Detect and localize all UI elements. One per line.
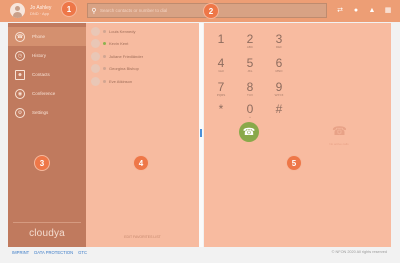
dial-key-2[interactable]: 2 ABC bbox=[238, 33, 262, 49]
presence-dot bbox=[103, 29, 106, 33]
key-letters: WXYZ bbox=[274, 93, 284, 97]
key-letters: + bbox=[249, 115, 251, 119]
key-letters: TUV bbox=[247, 93, 253, 97]
user-status[interactable]: DND · App bbox=[30, 11, 51, 17]
presence-dot bbox=[103, 42, 106, 46]
sidebar-item-phone[interactable]: ☎ Phone bbox=[8, 27, 86, 46]
dial-key-6[interactable]: 6 MNO bbox=[267, 57, 291, 73]
key-digit: 5 bbox=[246, 56, 254, 70]
contact-name: Juliane Friedländer bbox=[109, 53, 144, 59]
dial-area: 1 2 ABC 3 DEF 4 GHI 5 JKL 6 MNO 7 PQRS 8 TUV 9 WXYZ * 0 + # bbox=[204, 23, 391, 247]
key-digit: 8 bbox=[246, 80, 254, 94]
phone-icon: ☎ bbox=[15, 31, 25, 42]
key-letters: GHI bbox=[218, 69, 224, 73]
dial-key-0[interactable]: 0 + bbox=[238, 103, 262, 119]
user-name: Jo Ashley bbox=[30, 4, 52, 11]
avatar bbox=[91, 51, 100, 61]
contacts-icon: ☻ bbox=[15, 69, 25, 80]
phone-icon: ☎ bbox=[242, 126, 256, 138]
edit-favorites-link[interactable]: EDIT FAVORITES LIST bbox=[86, 235, 199, 239]
dial-key-hash[interactable]: # bbox=[267, 103, 291, 115]
sidebar-item-label: History bbox=[32, 53, 47, 58]
contact-name: Georgina Bishop bbox=[109, 66, 139, 72]
search-icon: ⚲ bbox=[91, 7, 97, 15]
contact-item[interactable]: Georgina Bishop bbox=[86, 63, 199, 76]
sidebar-item-settings[interactable]: ⚙ Settings bbox=[8, 103, 86, 122]
avatar bbox=[91, 26, 100, 36]
top-icons: ⇄ ● ▲ ▦ bbox=[335, 5, 393, 15]
avatar[interactable] bbox=[10, 3, 25, 18]
transfer-icon[interactable]: ⇄ bbox=[335, 5, 345, 15]
footer-links: IMPRINT DATA PROTECTION GTC bbox=[12, 250, 87, 255]
badge-3: 3 bbox=[35, 156, 49, 170]
contact-name: Eve Atkinson bbox=[109, 78, 133, 84]
call-button[interactable]: ☎ bbox=[239, 122, 259, 142]
contact-item[interactable]: Kevin Kent bbox=[86, 38, 199, 51]
avatar bbox=[91, 64, 100, 74]
dial-key-8[interactable]: 8 TUV bbox=[238, 81, 262, 97]
sidebar-nav: ☎ Phone ◷ History ☻ Contacts ◉ Conferenc… bbox=[8, 23, 86, 122]
gear-icon: ⚙ bbox=[15, 107, 25, 118]
dial-key-5[interactable]: 5 JKL bbox=[238, 57, 262, 73]
key-digit: 7 bbox=[217, 80, 225, 94]
key-digit: # bbox=[275, 102, 283, 116]
contact-item[interactable]: Eve Atkinson bbox=[86, 75, 199, 88]
presence-dot bbox=[103, 67, 106, 71]
sidebar-item-contacts[interactable]: ☻ Contacts bbox=[8, 65, 86, 84]
key-letters: PQRS bbox=[216, 93, 226, 97]
key-letters: JKL bbox=[247, 69, 253, 73]
brand-logo: cloudya bbox=[29, 228, 65, 239]
clock-icon: ◷ bbox=[15, 50, 25, 61]
presence-dot bbox=[103, 54, 106, 58]
badge-1: 1 bbox=[62, 2, 76, 16]
user-profile[interactable]: Jo Ashley DND · App bbox=[10, 3, 51, 18]
data-protection-link[interactable]: DATA PROTECTION bbox=[34, 250, 73, 255]
key-letters: DEF bbox=[276, 45, 282, 49]
dial-key-9[interactable]: 9 WXYZ bbox=[267, 81, 291, 97]
conference-icon: ◉ bbox=[15, 88, 25, 99]
dial-key-1[interactable]: 1 bbox=[209, 33, 233, 45]
contact-item[interactable]: Louis Kennedy bbox=[86, 25, 199, 38]
help-icon[interactable]: ● bbox=[351, 5, 361, 15]
key-digit: 4 bbox=[217, 56, 225, 70]
dial-key-star[interactable]: * bbox=[209, 103, 233, 115]
resize-handle[interactable] bbox=[200, 129, 202, 137]
key-digit: * bbox=[218, 102, 224, 116]
avatar bbox=[91, 76, 100, 86]
dial-key-4[interactable]: 4 GHI bbox=[209, 57, 233, 73]
bell-icon[interactable]: ▲ bbox=[367, 5, 377, 15]
favorites-panel: Louis Kennedy Kevin Kent Juliane Friedlä… bbox=[86, 23, 199, 247]
contact-name: Louis Kennedy bbox=[109, 28, 136, 34]
divider bbox=[13, 222, 81, 223]
copyright: © NFON 2020 All rights reserved bbox=[331, 250, 387, 254]
sidebar-item-label: Conference bbox=[32, 91, 56, 96]
grid-icon[interactable]: ▦ bbox=[383, 5, 393, 15]
sidebar: ☎ Phone ◷ History ☻ Contacts ◉ Conferenc… bbox=[8, 23, 86, 247]
key-digit: 0 bbox=[246, 102, 254, 116]
avatar bbox=[91, 39, 100, 49]
badge-2: 2 bbox=[204, 4, 218, 18]
imprint-link[interactable]: IMPRINT bbox=[12, 250, 29, 255]
sidebar-item-label: Contacts bbox=[32, 72, 50, 77]
contact-item[interactable]: Juliane Friedländer bbox=[86, 50, 199, 63]
key-digit: 2 bbox=[246, 32, 254, 46]
sidebar-item-label: Settings bbox=[32, 110, 49, 115]
sidebar-item-label: Phone bbox=[32, 34, 46, 39]
badge-5: 5 bbox=[287, 156, 301, 170]
gtc-link[interactable]: GTC bbox=[78, 250, 87, 255]
key-digit: 6 bbox=[275, 56, 283, 70]
presence-dot bbox=[103, 79, 106, 83]
key-letters: MNO bbox=[275, 69, 283, 73]
sidebar-item-history[interactable]: ◷ History bbox=[8, 46, 86, 65]
key-digit: 1 bbox=[217, 32, 225, 46]
dial-key-3[interactable]: 3 DEF bbox=[267, 33, 291, 49]
top-bar: Jo Ashley DND · App ⚲ ⇄ ● ▲ ▦ bbox=[0, 0, 400, 22]
badge-4: 4 bbox=[134, 156, 148, 170]
dial-key-7[interactable]: 7 PQRS bbox=[209, 81, 233, 97]
sidebar-item-conference[interactable]: ◉ Conference bbox=[8, 84, 86, 103]
key-digit: 9 bbox=[275, 80, 283, 94]
contact-name: Kevin Kent bbox=[109, 41, 129, 47]
key-digit: 3 bbox=[275, 32, 283, 46]
key-letters: ABC bbox=[246, 45, 254, 49]
